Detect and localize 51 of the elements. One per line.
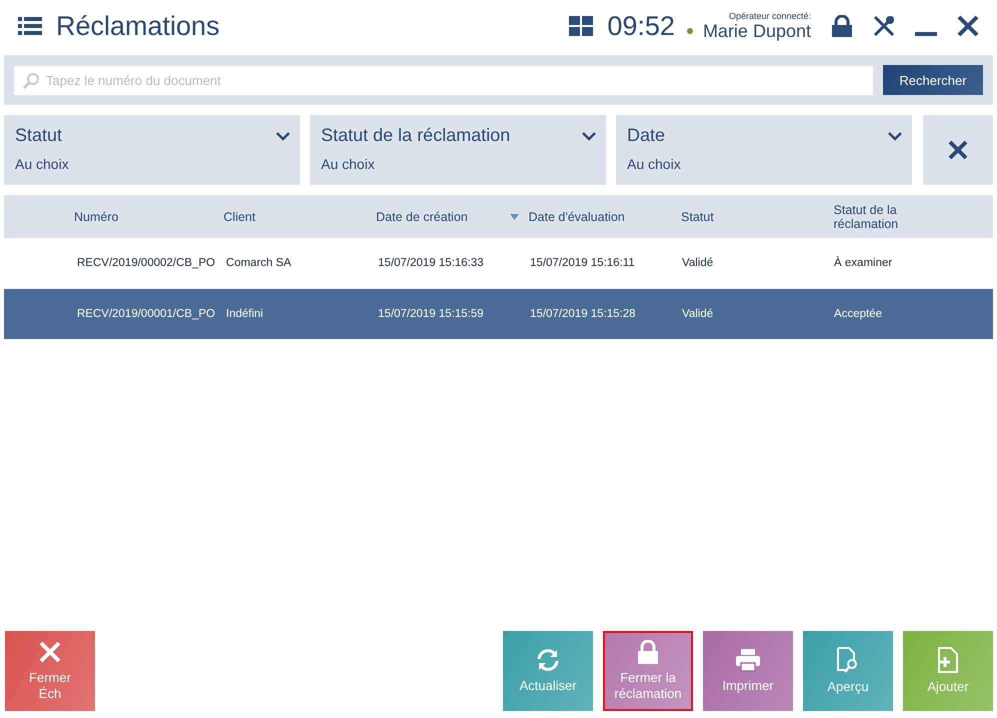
- lock-icon[interactable]: [831, 15, 853, 37]
- table-row[interactable]: RECV/2019/00001/CB_PO Indéfini 15/07/2019 15:15:59 15/07/2019 15:15:28 Validé Acceptée: [4, 289, 993, 340]
- filter-value: Au choix: [321, 156, 376, 172]
- table-cell: Comarch SA: [226, 257, 292, 269]
- filter-dropdown[interactable]: Date Au choix: [616, 115, 912, 185]
- clear-filters-button[interactable]: [923, 115, 993, 185]
- search-button[interactable]: Rechercher: [883, 65, 983, 95]
- tiles-icon[interactable]: [569, 16, 594, 36]
- column-header[interactable]: Date d'évaluation: [528, 210, 625, 224]
- column-header[interactable]: Statut de la réclamation: [834, 202, 924, 230]
- page-title: Réclamations: [56, 10, 220, 42]
- table-cell: Validé: [682, 308, 714, 320]
- filter-label: Statut: [15, 125, 62, 146]
- clock-time: 09:52: [607, 10, 675, 42]
- search-field[interactable]: Tapez le numéro du document: [14, 66, 873, 94]
- document-magnifier-icon: [836, 647, 860, 674]
- table-cell: Acceptée: [834, 308, 882, 320]
- filter-dropdown[interactable]: Statut de la réclamation Au choix: [310, 115, 606, 185]
- filter-value: Au choix: [627, 156, 682, 172]
- filter-value: Au choix: [15, 156, 70, 172]
- operator-label: Opérateur connecté:: [728, 10, 811, 20]
- operator-name: Marie Dupont: [702, 20, 811, 42]
- table-cell: 15/07/2019 15:15:28: [530, 308, 636, 320]
- search-icon: [23, 72, 39, 88]
- column-header[interactable]: Client: [224, 210, 256, 224]
- table-cell: RECV/2019/00002/CB_PO: [77, 257, 216, 269]
- chevron-icon: [888, 130, 902, 140]
- close-icon: [948, 140, 968, 160]
- column-header[interactable]: Statut: [681, 210, 714, 224]
- close-icon[interactable]: [957, 15, 979, 37]
- refresh-icon: [535, 648, 561, 672]
- table-cell: Validé: [682, 257, 714, 269]
- table-cell: Indéfini: [226, 308, 264, 320]
- column-header[interactable]: Date de création: [376, 210, 468, 224]
- chevron-icon: [582, 130, 596, 140]
- lock-icon: [637, 640, 659, 664]
- tools-icon[interactable]: [873, 15, 895, 37]
- chevron-icon: [276, 130, 290, 140]
- close-icon: [38, 640, 62, 664]
- filter-dropdown[interactable]: Statut Au choix: [4, 115, 300, 185]
- filter-label: Statut de la réclamation: [321, 125, 510, 146]
- table-cell: 15/07/2019 15:15:59: [378, 308, 484, 320]
- menu-icon[interactable]: [18, 17, 42, 35]
- printer-icon: [735, 648, 761, 672]
- column-header[interactable]: Numéro: [74, 210, 118, 224]
- filter-label: Date: [627, 125, 666, 146]
- table-cell: À examiner: [834, 257, 892, 269]
- table-cell: 15/07/2019 15:16:33: [378, 257, 484, 269]
- table-cell: RECV/2019/00001/CB_PO: [77, 308, 216, 320]
- table-cell: 15/07/2019 15:16:11: [530, 257, 635, 269]
- add-document-icon: [936, 647, 960, 674]
